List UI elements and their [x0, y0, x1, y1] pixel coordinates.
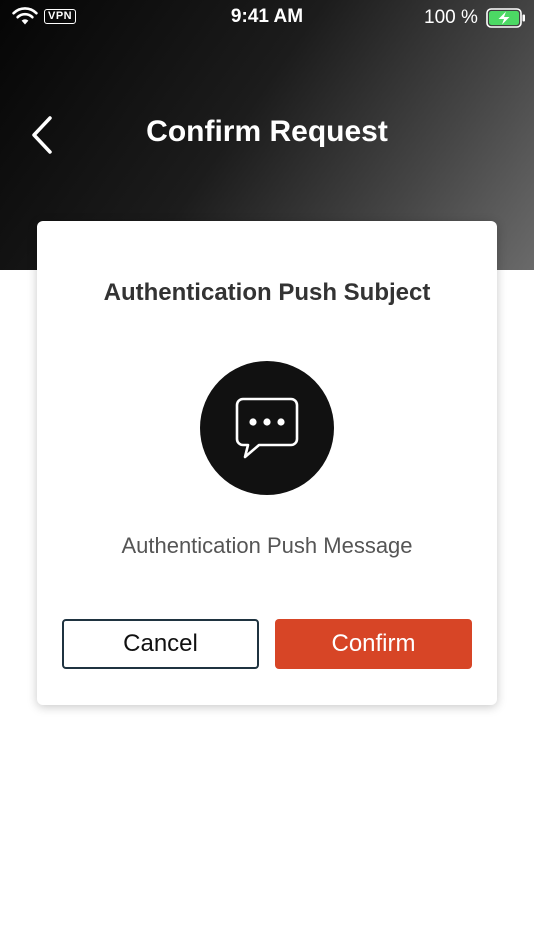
page-title: Confirm Request — [146, 115, 388, 148]
push-message: Authentication Push Message — [121, 533, 413, 558]
push-subject: Authentication Push Subject — [103, 279, 431, 306]
cancel-button[interactable]: Cancel — [62, 619, 259, 669]
message-bubble-icon — [235, 397, 299, 459]
battery-percent: 100 % — [424, 7, 478, 28]
confirm-request-card: Authentication Push Subject Authenticati… — [37, 221, 497, 705]
status-bar: VPN 9:41 AM 100 % — [0, 0, 534, 36]
message-icon-circle — [200, 361, 334, 495]
confirm-button[interactable]: Confirm — [275, 619, 472, 669]
battery-charging-icon — [486, 8, 525, 28]
